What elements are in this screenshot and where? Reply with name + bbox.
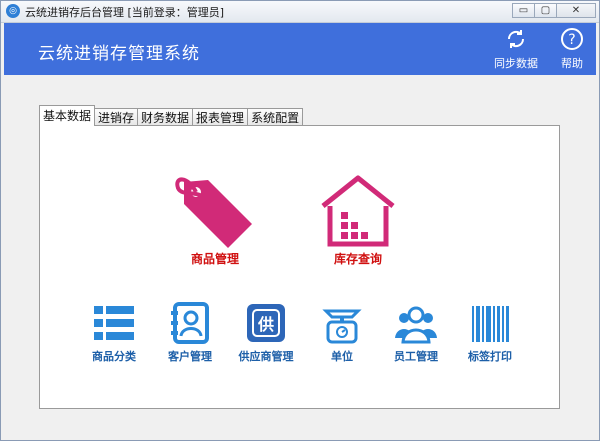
unit-label: 单位 xyxy=(331,350,353,363)
product-management-tile[interactable]: 商品管理 xyxy=(170,172,260,268)
product-management-label: 商品管理 xyxy=(190,252,239,266)
tab-inventory[interactable]: 进销存 xyxy=(94,108,139,126)
label-print-label: 标签打印 xyxy=(468,350,512,363)
sync-data-label: 同步数据 xyxy=(494,57,538,70)
app-title: 云统进销存管理系统 xyxy=(38,44,200,64)
label-print-tile[interactable]: 标签打印 xyxy=(462,302,518,364)
inventory-query-tile[interactable]: 库存查询 xyxy=(313,172,403,268)
supplier-glyph: 供 xyxy=(257,315,274,334)
unit-tile[interactable]: 单位 xyxy=(314,302,370,364)
supplier-management-tile[interactable]: 供 供应商管理 xyxy=(234,302,298,364)
inventory-query-label: 库存查询 xyxy=(333,252,382,266)
staff-management-label: 员工管理 xyxy=(394,350,438,363)
app-header: 云统进销存管理系统 同步数据 ? 帮助 xyxy=(4,23,596,75)
tab-finance[interactable]: 财务数据 xyxy=(137,108,194,126)
warehouse-icon xyxy=(321,175,395,247)
list-icon xyxy=(94,306,134,340)
app-window: ◎ 云统进销存后台管理 [当前登录：管理员] ▭ ▢ ✕ 云统进销存管理系统 同… xyxy=(0,0,600,441)
maximize-button[interactable]: ▢ xyxy=(534,3,557,18)
contact-book-icon xyxy=(171,302,209,344)
barcode-icon xyxy=(472,306,509,342)
customer-management-tile[interactable]: 客户管理 xyxy=(162,302,218,364)
app-logo-icon: ◎ xyxy=(6,4,20,18)
tab-bar: 基本数据 进销存 财务数据 报表管理 系统配置 xyxy=(39,105,304,126)
tab-reports[interactable]: 报表管理 xyxy=(192,108,249,126)
sync-data-button[interactable]: 同步数据 xyxy=(490,27,542,73)
supplier-management-label: 供应商管理 xyxy=(238,350,294,363)
scale-icon xyxy=(322,309,362,344)
svg-text:?: ? xyxy=(568,32,575,48)
supplier-icon: 供 xyxy=(247,304,285,342)
staff-management-tile[interactable]: 员工管理 xyxy=(388,302,444,364)
window-title: 云统进销存后台管理 [当前登录：管理员] xyxy=(25,6,225,19)
price-tag-icon xyxy=(175,177,252,248)
customer-management-label: 客户管理 xyxy=(168,350,212,363)
tab-panel: 商品管理 库存查询 商品分类 客户管理 供 供应商管理 单位 员工管理 标签打印 xyxy=(39,125,560,409)
product-category-tile[interactable]: 商品分类 xyxy=(86,302,142,364)
sync-icon xyxy=(507,30,525,48)
help-label: 帮助 xyxy=(561,57,583,70)
window-controls: ▭ ▢ ✕ xyxy=(512,3,596,19)
tab-system-config[interactable]: 系统配置 xyxy=(247,108,304,126)
minimize-button[interactable]: ▭ xyxy=(512,3,535,18)
help-icon: ? xyxy=(561,28,583,50)
title-bar[interactable]: ◎ 云统进销存后台管理 [当前登录：管理员] ▭ ▢ ✕ xyxy=(1,1,599,23)
staff-group-icon xyxy=(395,306,437,344)
tab-basic-data[interactable]: 基本数据 xyxy=(39,105,96,126)
close-button[interactable]: ✕ xyxy=(556,3,596,18)
product-category-label: 商品分类 xyxy=(92,350,136,363)
help-button[interactable]: ? 帮助 xyxy=(546,27,598,73)
